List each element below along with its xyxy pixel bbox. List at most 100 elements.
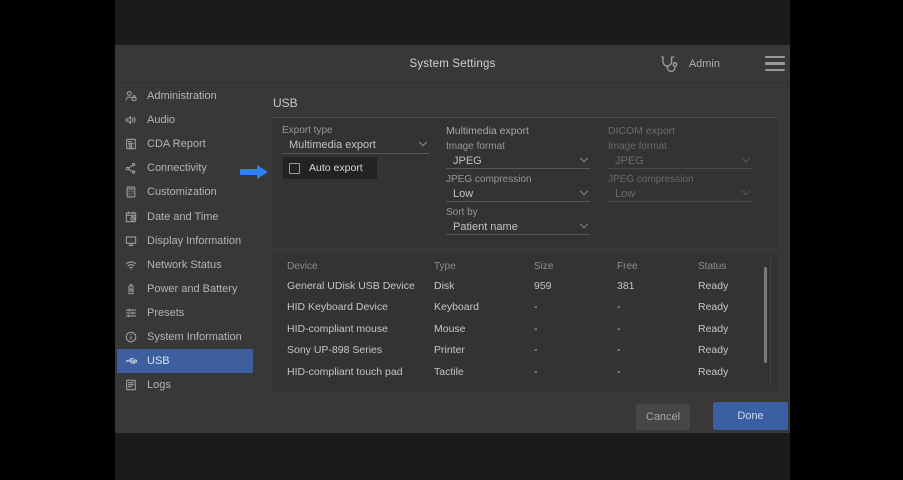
- chevron-down-icon: [579, 219, 589, 228]
- export-settings-panel: Export type Multimedia export Auto expor…: [272, 118, 777, 248]
- table-row: HID Keyboard Device Keyboard - - Ready: [287, 297, 777, 319]
- sidebar-item-administration[interactable]: Administration: [117, 84, 253, 108]
- column-header: Type: [434, 261, 456, 272]
- table-cell: Keyboard: [434, 301, 479, 314]
- network-nodes-icon: [124, 161, 138, 175]
- sidebar-item-system-information[interactable]: System Information: [117, 325, 253, 349]
- system-settings-window: System Settings Admin Administration Audi…: [115, 45, 790, 433]
- user-name: Admin: [688, 58, 720, 70]
- table-cell: HID-compliant touch pad: [287, 365, 403, 378]
- logs-document-icon: [124, 378, 138, 392]
- table-cell: Printer: [434, 344, 465, 357]
- sidebar-item-label: Network Status: [147, 258, 222, 271]
- table-cell: Ready: [698, 365, 729, 378]
- image-format-field: Image format JPEG: [446, 141, 590, 169]
- multimedia-export-column: Multimedia export Image format JPEG JPEG c…: [446, 118, 590, 235]
- report-document-icon: [124, 137, 138, 151]
- sidebar-nav: Administration Audio CDA Report Connectivit…: [115, 83, 255, 433]
- table-cell: -: [534, 301, 538, 314]
- sidebar-item-date-and-time[interactable]: Date and Time: [117, 204, 253, 228]
- dicom-export-title: DICOM export: [608, 125, 676, 137]
- device-table-body: General UDisk USB Device Disk 959 381 Ready H…: [287, 275, 777, 383]
- column-header: Free: [617, 261, 638, 272]
- table-cell: 959: [534, 279, 552, 292]
- window-header: System Settings Admin: [115, 45, 790, 83]
- sidebar-item-display-information[interactable]: Display Information: [117, 229, 253, 253]
- battery-icon: [124, 282, 138, 296]
- table-row: Sony UP-898 Series Printer - - Ready: [287, 340, 777, 362]
- jpeg-compression-label: JPEG compression: [446, 174, 532, 185]
- device-table: Device Type Size Free Status General UDisk U…: [272, 252, 777, 392]
- sliders-icon: [124, 306, 138, 320]
- multimedia-export-title: Multimedia export: [446, 125, 529, 137]
- table-cell: -: [534, 322, 538, 335]
- user-menu[interactable]: Admin: [657, 51, 720, 77]
- image-format-value: JPEG: [453, 154, 482, 167]
- sidebar-item-label: CDA Report: [147, 138, 206, 151]
- table-row: HID-compliant mouse Mouse - - Ready: [287, 318, 777, 340]
- jpeg-compression-select: Low: [608, 186, 752, 202]
- sidebar-item-power-and-battery[interactable]: Power and Battery: [117, 277, 253, 301]
- sidebar-item-connectivity[interactable]: Connectivity: [117, 156, 253, 180]
- image-format-label: Image format: [446, 141, 505, 152]
- sidebar-item-label: Date and Time: [147, 210, 219, 223]
- done-button[interactable]: Done: [713, 402, 788, 430]
- table-cell: Disk: [434, 279, 455, 292]
- sidebar-item-network-status[interactable]: Network Status: [117, 253, 253, 277]
- speaker-icon: [124, 113, 138, 127]
- video-frame: System Settings Admin Administration Audi…: [115, 0, 790, 480]
- export-type-label: Export type: [282, 125, 333, 136]
- jpeg-compression-field: JPEG compression Low: [446, 174, 590, 202]
- sidebar-item-presets[interactable]: Presets: [117, 301, 253, 325]
- sidebar-item-cda-report[interactable]: CDA Report: [117, 132, 253, 156]
- pointer-arrow-icon: [240, 165, 268, 179]
- table-cell: -: [534, 344, 538, 357]
- main-content: USB Export type Multimedia export Auto e…: [255, 83, 790, 433]
- sidebar-item-logs[interactable]: Logs: [117, 373, 253, 397]
- wifi-icon: [124, 258, 138, 272]
- sidebar-item-label: Presets: [147, 306, 185, 319]
- jpeg-compression-value: Low: [453, 187, 474, 200]
- dicom-export-fields: Image format JPEG JPEG compression Low: [608, 141, 752, 202]
- table-cell: General UDisk USB Device: [287, 279, 415, 292]
- table-cell: -: [617, 365, 621, 378]
- jpeg-compression-select[interactable]: Low: [446, 186, 590, 202]
- sidebar-item-label: Power and Battery: [147, 282, 238, 295]
- sidebar-item-customization[interactable]: Customization: [117, 180, 253, 204]
- jpeg-compression-value: Low: [615, 187, 636, 200]
- chevron-down-icon: [741, 186, 751, 195]
- chevron-down-icon: [741, 153, 751, 162]
- table-cell: -: [617, 344, 621, 357]
- auto-export-label: Auto export: [309, 162, 363, 174]
- export-type-column: Export type Multimedia export Auto expor…: [282, 118, 429, 179]
- device-table-header: Device Type Size Free Status: [287, 258, 777, 275]
- column-header: Device: [287, 261, 318, 272]
- table-cell: HID-compliant mouse: [287, 322, 388, 335]
- usb-icon: [124, 354, 138, 368]
- dicom-export-column: DICOM export Image format JPEG JPEG compre…: [608, 118, 752, 202]
- auto-export-checkbox[interactable]: [289, 162, 300, 174]
- sort-by-select[interactable]: Patient name: [446, 219, 590, 235]
- table-row: HID-compliant touch pad Tactile - - Ready: [287, 361, 777, 383]
- export-type-value: Multimedia export: [289, 139, 376, 151]
- sort-by-value: Patient name: [453, 220, 518, 233]
- image-format-select: JPEG: [608, 153, 752, 169]
- image-format-field: Image format JPEG: [608, 141, 752, 169]
- scrollbar-thumb[interactable]: [764, 267, 767, 363]
- table-cell: 381: [617, 279, 635, 292]
- image-format-select[interactable]: JPEG: [446, 153, 590, 169]
- sidebar-item-label: System Information: [147, 330, 242, 343]
- export-type-select[interactable]: Multimedia export: [282, 137, 429, 154]
- hamburger-menu-icon[interactable]: [765, 56, 785, 71]
- sidebar-item-usb[interactable]: USB: [117, 349, 253, 374]
- stethoscope-icon: [660, 56, 678, 73]
- sort-by-field: Sort by Patient name: [446, 207, 590, 235]
- device-table-panel: Device Type Size Free Status General UDisk U…: [272, 252, 777, 392]
- sort-by-label: Sort by: [446, 207, 478, 218]
- cancel-button[interactable]: Cancel: [636, 404, 690, 430]
- sidebar-item-label: Administration: [147, 90, 217, 103]
- sidebar-item-label: Logs: [147, 379, 171, 392]
- sidebar-item-audio[interactable]: Audio: [117, 108, 253, 132]
- image-format-label: Image format: [608, 141, 667, 152]
- jpeg-compression-field: JPEG compression Low: [608, 174, 752, 202]
